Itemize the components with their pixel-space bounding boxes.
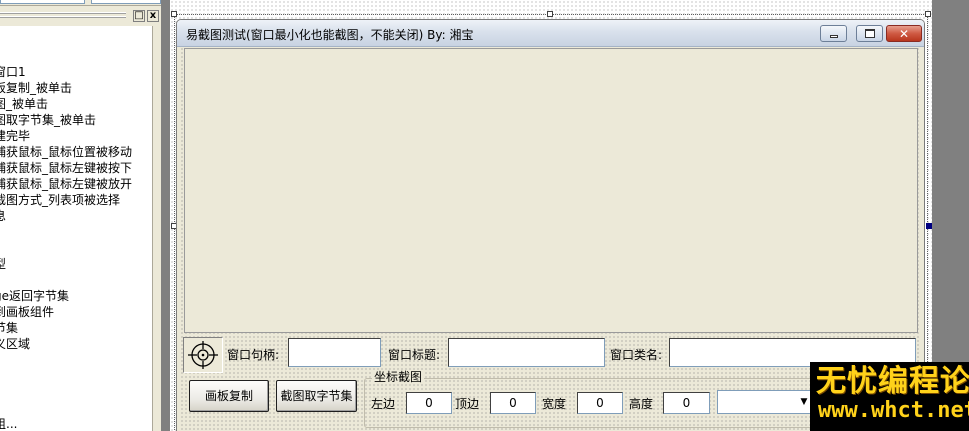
tree-item[interactable]: 图取字节集_被单击 xyxy=(0,112,96,128)
form-title: 易截图测试(窗口最小化也能截图，不能关闭) By: 湘宝 xyxy=(186,28,474,42)
project-tree-panel: □ x 窗口1 板复制_被单击 图_被单击 图取字节集_被单击 建完毕 捕获鼠标… xyxy=(0,0,161,431)
pin-button[interactable]: □ xyxy=(133,10,145,22)
tree-item[interactable]: 节集 xyxy=(0,320,18,336)
tree-item[interactable]: 捕获鼠标_鼠标左键被按下 xyxy=(0,160,132,176)
resize-handle[interactable] xyxy=(171,11,177,17)
class-name-label: 窗口类名: xyxy=(610,348,663,362)
minimize-icon xyxy=(830,35,838,38)
minimize-button[interactable] xyxy=(820,25,847,42)
tree-item[interactable]: 息 xyxy=(0,208,6,224)
tree-item[interactable]: 窗口1 xyxy=(0,64,26,80)
tree-item[interactable]: 截图方式_列表项被选择 xyxy=(0,192,120,208)
tree-scrollbar[interactable] xyxy=(154,26,161,431)
capture-bytes-button[interactable]: 截图取字节集 xyxy=(276,380,357,412)
tab-stub[interactable] xyxy=(0,0,85,4)
watermark: 无忧编程论坛 www.whct.net xyxy=(810,362,969,431)
tree-item[interactable]: 到画板组件 xyxy=(0,304,54,320)
tree-item[interactable]: 组... xyxy=(0,416,17,431)
board-copy-button[interactable]: 画板复制 xyxy=(189,380,269,412)
height-label: 高度 xyxy=(629,397,654,411)
left-input[interactable]: 0 xyxy=(406,392,452,414)
tree-item[interactable]: 捕获鼠标_鼠标位置被移动 xyxy=(0,144,132,160)
watermark-title: 无忧编程论坛 xyxy=(816,364,969,399)
height-input[interactable]: 0 xyxy=(663,392,710,414)
resize-handle[interactable] xyxy=(925,11,931,17)
window-title-input[interactable] xyxy=(448,338,605,367)
handle-label: 窗口句柄: xyxy=(227,348,280,362)
width-label: 宽度 xyxy=(542,397,567,411)
canvas-board[interactable] xyxy=(184,48,918,333)
crosshair-icon xyxy=(188,341,218,369)
close-icon: ✕ xyxy=(899,27,910,41)
close-button[interactable]: ✕ xyxy=(886,25,922,42)
window-title-label: 窗口标题: xyxy=(388,348,441,362)
splitter[interactable] xyxy=(161,0,170,431)
tree-item[interactable]: 建完毕 xyxy=(0,128,30,144)
handle-input[interactable] xyxy=(288,338,381,367)
width-input[interactable]: 0 xyxy=(577,392,623,414)
watermark-url: www.whct.net xyxy=(818,398,969,423)
maximize-icon xyxy=(865,29,875,38)
coord-group-legend: 坐标截图 xyxy=(372,370,425,384)
top-label: 顶边 xyxy=(455,397,480,411)
tree-item[interactable]: ge返回字节集 xyxy=(0,288,69,304)
tree-item[interactable]: 图_被单击 xyxy=(0,96,48,112)
tab-stub[interactable] xyxy=(91,0,161,4)
tab-strip xyxy=(0,0,161,6)
tree-item[interactable]: 义区域 xyxy=(0,336,30,352)
tree-item[interactable]: 捕获鼠标_鼠标左键被放开 xyxy=(0,176,132,192)
tree-item[interactable]: 板复制_被单击 xyxy=(0,80,72,96)
resize-handle[interactable] xyxy=(547,11,553,17)
top-input[interactable]: 0 xyxy=(490,392,536,414)
tree-item[interactable]: 型 xyxy=(0,256,6,272)
panel-titlebar: □ x xyxy=(0,7,161,25)
panel-close-button[interactable]: x xyxy=(147,10,159,22)
capture-mode-select[interactable]: ▼ xyxy=(717,390,815,414)
maximize-button[interactable] xyxy=(856,25,883,42)
tree-view[interactable]: 窗口1 板复制_被单击 图_被单击 图取字节集_被单击 建完毕 捕获鼠标_鼠标位… xyxy=(0,26,153,431)
form-titlebar[interactable]: 易截图测试(窗口最小化也能截图，不能关闭) By: 湘宝 ✕ xyxy=(177,20,924,47)
crosshair-picker[interactable] xyxy=(183,337,223,373)
panel-grip[interactable] xyxy=(0,12,126,20)
left-label: 左边 xyxy=(371,397,396,411)
